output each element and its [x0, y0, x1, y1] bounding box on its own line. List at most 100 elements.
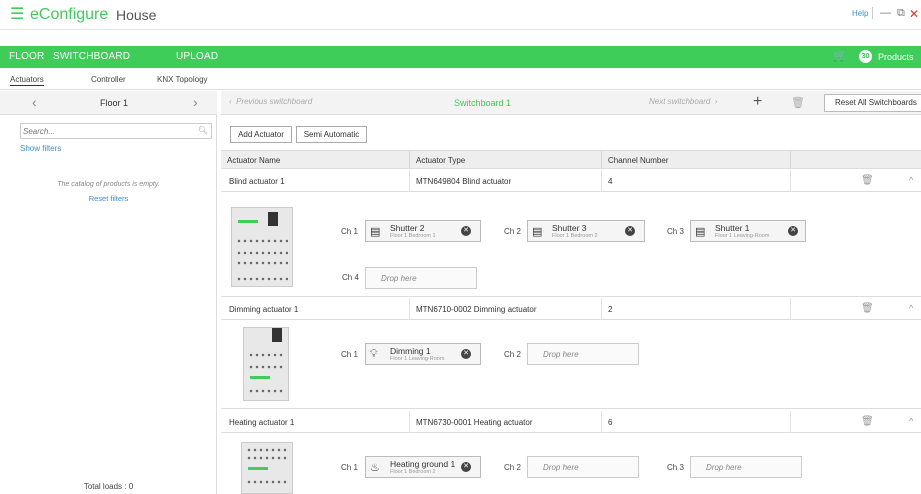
restore-icon[interactable]: ⧉: [897, 7, 905, 20]
app-name: eConfigure: [30, 6, 109, 23]
table-row[interactable]: Blind actuator 1 MTN649804 Blind actuato…: [221, 170, 921, 192]
next-switchboard-link[interactable]: Next switchboard ›: [649, 97, 717, 106]
catalog-panel: ‹ Floor 1 › Search... 🔍︎ Show filters Th…: [0, 91, 217, 494]
channel-label: Ch 4: [342, 273, 359, 282]
remove-load-icon[interactable]: ✕: [625, 226, 635, 236]
drop-zone[interactable]: Drop here: [690, 456, 802, 478]
next-floor-icon[interactable]: ›: [193, 94, 198, 110]
assigned-load-slot[interactable]: ▤ Shutter 3 Floor 1 Bedroom 2 ✕: [527, 220, 645, 242]
column-divider: [409, 411, 410, 433]
column-header-name: Actuator Name: [227, 156, 281, 165]
column-divider: [601, 170, 602, 192]
actuator-name: Heating actuator 1: [229, 418, 295, 427]
load-location: Floor 1 Bedroom 2: [390, 469, 436, 475]
assigned-load-slot[interactable]: ▤ Shutter 1 Floor 1 Leaving-Room ✕: [690, 220, 806, 242]
drop-zone-label: Drop here: [543, 350, 579, 359]
drop-zone-label: Drop here: [706, 463, 742, 472]
load-name: Heating ground 1: [390, 459, 456, 469]
device-label: [238, 220, 258, 223]
table-header: Actuator Name Actuator Type Channel Numb…: [221, 150, 921, 169]
reset-all-switchboards-button[interactable]: Reset All Switchboards: [824, 94, 921, 112]
assigned-load-slot[interactable]: ♨︎ Heating ground 1 Floor 1 Bedroom 2 ✕: [365, 456, 481, 478]
collapse-icon[interactable]: ^: [909, 416, 913, 426]
dimming-actuator-image: [243, 327, 289, 401]
drop-zone[interactable]: Drop here: [365, 267, 477, 289]
search-placeholder: Search...: [23, 127, 56, 136]
collapse-icon[interactable]: ^: [909, 303, 913, 313]
load-location: Floor 1 Leaving-Room: [390, 356, 445, 362]
device-terminals: [236, 260, 288, 266]
actuator-name: Dimming actuator 1: [229, 305, 299, 314]
previous-switchboard-label: Previous switchboard: [236, 97, 313, 106]
actuator-type: MTN649804 Blind actuator: [416, 177, 512, 186]
delete-actuator-icon[interactable]: 🗑: [861, 175, 874, 186]
subtab-knx-topology[interactable]: KNX Topology: [157, 75, 208, 84]
collapse-icon[interactable]: ^: [909, 175, 913, 185]
channel-number: 6: [608, 418, 613, 427]
assigned-load-slot[interactable]: 💡︎ Dimming 1 Floor 1 Leaving-Room ✕: [365, 343, 481, 365]
load-name: Dimming 1: [390, 346, 431, 356]
remove-load-icon[interactable]: ✕: [788, 226, 798, 236]
table-row[interactable]: Heating actuator 1 MTN6730-0001 Heating …: [221, 411, 921, 433]
actuator-type: MTN6710-0002 Dimming actuator: [416, 305, 537, 314]
device-label: [248, 467, 268, 470]
semi-automatic-button[interactable]: Semi Automatic: [296, 126, 367, 143]
subtab-controller[interactable]: Controller: [91, 75, 126, 84]
table-row[interactable]: Dimming actuator 1 MTN6710-0002 Dimming …: [221, 298, 921, 320]
column-divider: [409, 298, 410, 320]
minimize-icon[interactable]: —: [880, 7, 891, 19]
delete-actuator-icon[interactable]: 🗑: [861, 303, 874, 314]
hamburger-icon[interactable]: ☰: [10, 7, 24, 23]
add-switchboard-icon[interactable]: +: [753, 93, 762, 111]
current-switchboard: Switchboard 1: [454, 98, 512, 108]
tab-switchboard[interactable]: SWITCHBOARD: [53, 51, 130, 62]
blind-actuator-image: [231, 207, 293, 287]
device-terminals: [246, 455, 288, 461]
delete-switchboard-icon[interactable]: 🗑: [791, 96, 805, 109]
load-location: Floor 1 Bedroom 2: [552, 233, 598, 239]
remove-load-icon[interactable]: ✕: [461, 462, 471, 472]
help-link[interactable]: Help: [852, 9, 868, 18]
assigned-load-slot[interactable]: ▤ Shutter 2 Floor 1 Bedroom 1 ✕: [365, 220, 481, 242]
subtab-actuators[interactable]: Actuators: [10, 75, 44, 86]
delete-actuator-icon[interactable]: 🗑: [861, 416, 874, 427]
drop-zone-label: Drop here: [543, 463, 579, 472]
column-header-channels: Channel Number: [608, 156, 669, 165]
column-divider: [790, 298, 791, 320]
actuator-detail: Ch 1 ▤ Shutter 2 Floor 1 Bedroom 1 ✕ Ch …: [221, 193, 921, 297]
reset-filters-link[interactable]: Reset filters: [0, 194, 217, 203]
device-terminals: [246, 479, 288, 485]
load-name: Shutter 3: [552, 223, 587, 233]
add-actuator-button[interactable]: Add Actuator: [230, 126, 292, 143]
search-icon[interactable]: 🔍︎: [198, 126, 208, 135]
column-divider: [790, 151, 791, 169]
column-header-type: Actuator Type: [416, 156, 466, 165]
products-link[interactable]: Products: [878, 52, 914, 62]
remove-load-icon[interactable]: ✕: [461, 226, 471, 236]
tab-floor[interactable]: FLOOR: [9, 51, 44, 62]
tab-upload[interactable]: UPLOAD: [176, 51, 218, 62]
prev-floor-icon[interactable]: ‹: [32, 94, 37, 110]
project-name: House: [116, 7, 157, 23]
search-input[interactable]: Search... 🔍︎: [20, 123, 212, 139]
device-terminals: [248, 364, 284, 370]
next-switchboard-label: Next switchboard: [649, 97, 711, 106]
previous-switchboard-link[interactable]: ‹ Previous switchboard: [229, 97, 312, 106]
actuator-detail: Ch 1 💡︎ Dimming 1 Floor 1 Leaving-Room ✕…: [221, 321, 921, 409]
device-label: [250, 376, 270, 379]
empty-catalog-message: The catalog of products is empty.: [57, 181, 160, 188]
remove-load-icon[interactable]: ✕: [461, 349, 471, 359]
cart-icon[interactable]: 🛒: [833, 49, 847, 63]
device-terminals: [236, 276, 288, 282]
drop-zone-label: Drop here: [381, 274, 417, 283]
drop-zone[interactable]: Drop here: [527, 456, 639, 478]
device-terminals: [248, 388, 284, 394]
close-icon[interactable]: ✕: [909, 7, 919, 21]
floor-selector: ‹ Floor 1 ›: [0, 91, 217, 115]
channel-label: Ch 1: [341, 463, 358, 472]
switchboard-bar: ‹ Previous switchboard Switchboard 1 Nex…: [221, 91, 921, 115]
column-divider: [601, 151, 602, 169]
show-filters-link[interactable]: Show filters: [20, 144, 61, 153]
drop-zone[interactable]: Drop here: [527, 343, 639, 365]
channel-label: Ch 3: [667, 463, 684, 472]
